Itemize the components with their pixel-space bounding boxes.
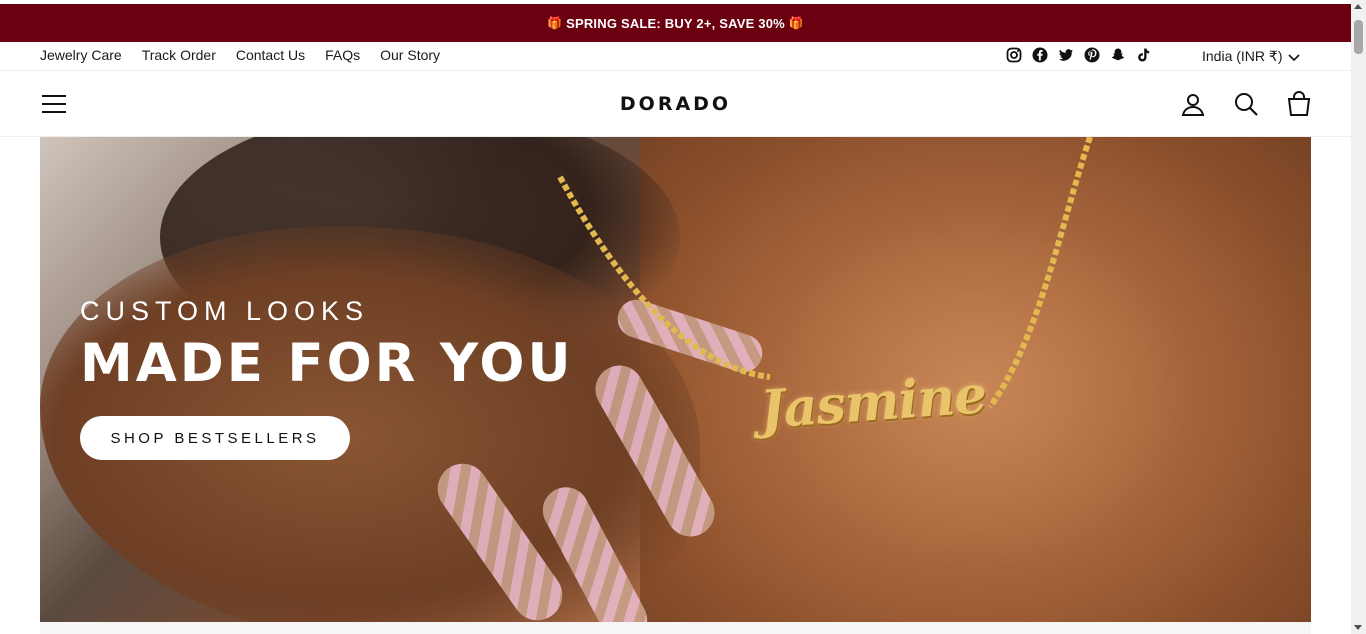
hero-banner: Jasmine CUSTOM LOOKS MADE FOR YOU SHOP B… bbox=[40, 137, 1311, 622]
currency-selector[interactable]: India (INR ₹) bbox=[1202, 48, 1301, 65]
link-contact-us[interactable]: Contact Us bbox=[236, 47, 305, 63]
hero-eyebrow: CUSTOM LOOKS bbox=[80, 296, 370, 326]
site-logo[interactable]: DORADO bbox=[0, 93, 1351, 115]
account-icon[interactable] bbox=[1180, 91, 1206, 117]
page: 🎁 SPRING SALE: BUY 2+, SAVE 30% 🎁 Jewelr… bbox=[0, 0, 1351, 634]
link-jewelry-care[interactable]: Jewelry Care bbox=[40, 47, 122, 63]
currency-label: India (INR ₹) bbox=[1202, 48, 1283, 64]
scroll-up-icon[interactable] bbox=[1354, 4, 1362, 9]
link-our-story[interactable]: Our Story bbox=[380, 47, 440, 63]
header-actions bbox=[1180, 91, 1312, 117]
social-links bbox=[1006, 47, 1152, 63]
hero-text: CUSTOM LOOKS MADE FOR YOU bbox=[80, 296, 574, 390]
page-scrollbar[interactable] bbox=[1351, 0, 1366, 634]
utility-links: Jewelry Care Track Order Contact Us FAQs… bbox=[40, 47, 440, 63]
shop-bestsellers-button[interactable]: SHOP BESTSELLERS bbox=[80, 416, 350, 460]
cart-icon[interactable] bbox=[1286, 91, 1312, 117]
scroll-down-icon[interactable] bbox=[1354, 625, 1362, 630]
snapchat-icon[interactable] bbox=[1110, 47, 1126, 63]
next-section bbox=[40, 622, 1311, 634]
pinterest-icon[interactable] bbox=[1084, 47, 1100, 63]
search-icon[interactable] bbox=[1233, 91, 1259, 117]
gift-icon: 🎁 bbox=[788, 16, 805, 30]
twitter-icon[interactable] bbox=[1058, 47, 1074, 63]
gift-icon: 🎁 bbox=[546, 16, 563, 30]
announcement-bar[interactable]: 🎁 SPRING SALE: BUY 2+, SAVE 30% 🎁 bbox=[0, 4, 1351, 42]
link-faqs[interactable]: FAQs bbox=[325, 47, 360, 63]
scroll-thumb[interactable] bbox=[1354, 20, 1363, 54]
announcement-text: SPRING SALE: BUY 2+, SAVE 30% bbox=[566, 15, 785, 31]
site-header: DORADO bbox=[0, 71, 1351, 137]
hero-headline: MADE FOR YOU bbox=[80, 333, 574, 394]
facebook-icon[interactable] bbox=[1032, 47, 1048, 63]
instagram-icon[interactable] bbox=[1006, 47, 1022, 63]
link-track-order[interactable]: Track Order bbox=[142, 47, 216, 63]
utility-bar: Jewelry Care Track Order Contact Us FAQs… bbox=[0, 42, 1351, 71]
chevron-down-icon bbox=[1288, 49, 1301, 65]
tiktok-icon[interactable] bbox=[1136, 47, 1152, 63]
